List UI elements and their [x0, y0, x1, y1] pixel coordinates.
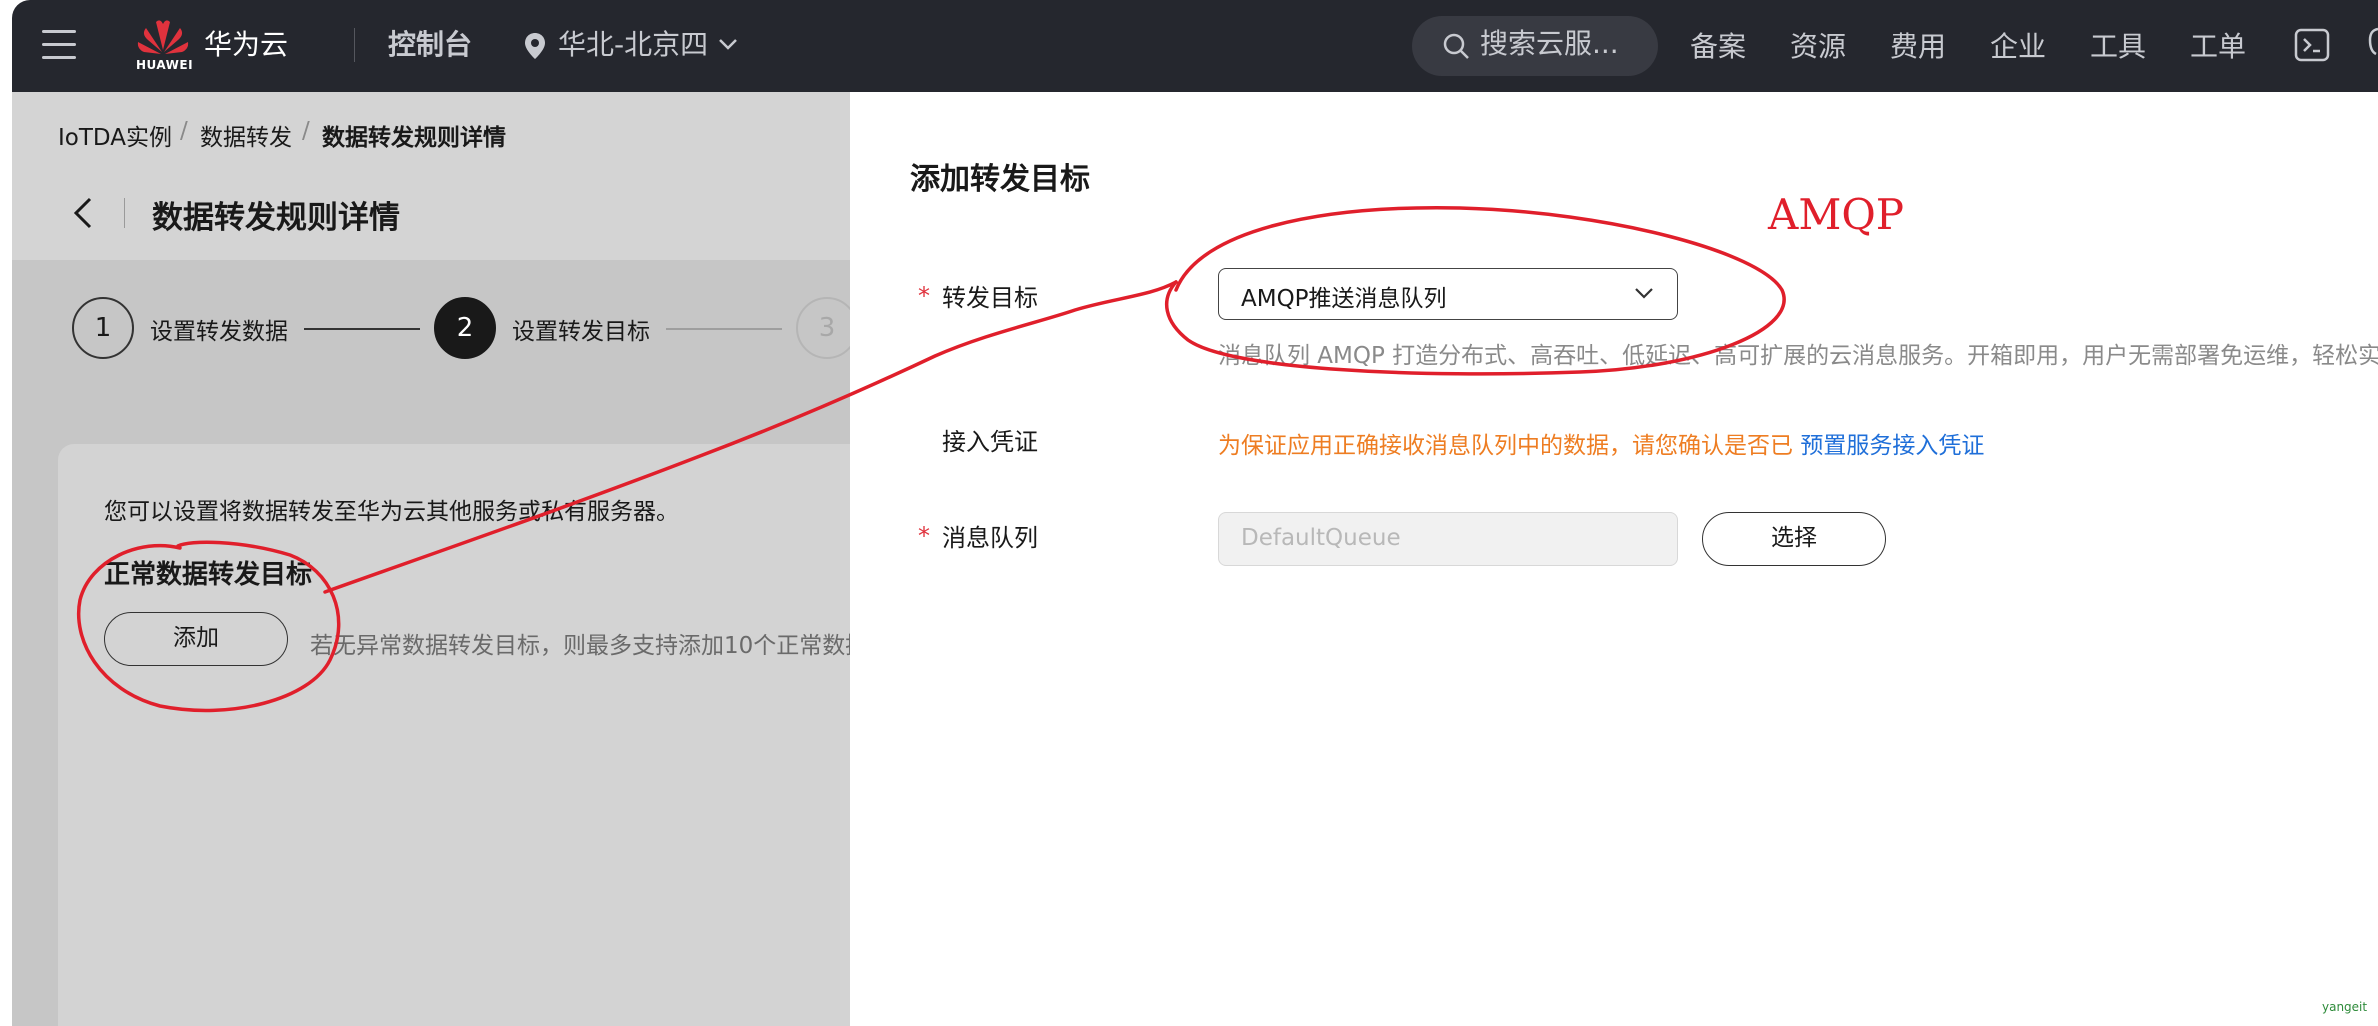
brand-name[interactable]: 华为云: [204, 25, 288, 65]
section-title-normal-target: 正常数据转发目标: [104, 560, 313, 590]
step-1-label: 设置转发数据: [150, 319, 288, 345]
add-forwarding-target-drawer: 添加转发目标 * 转发目标 AMQP推送消息队列 消息队列 AMQP 打造分布式…: [850, 92, 2378, 1026]
nav-enterprise[interactable]: 企业: [1990, 27, 2046, 67]
forwarding-target-card: [58, 444, 850, 1026]
step-connector-1: [304, 328, 420, 330]
topbar-divider: [354, 28, 355, 62]
credential-warning: 为保证应用正确接收消息队列中的数据，请您确认是否已 预置服务接入凭证: [1218, 426, 1984, 460]
card-description: 您可以设置将数据转发至华为云其他服务或私有服务器。: [104, 499, 679, 525]
breadcrumb-separator: /: [180, 118, 188, 144]
nav-tools[interactable]: 工具: [2090, 27, 2146, 67]
breadcrumb-item-current: 数据转发规则详情: [322, 125, 506, 151]
page-header: IoTDA实例 / 数据转发 / 数据转发规则详情 数据转发规则详情: [12, 92, 850, 260]
page-title: 数据转发规则详情: [152, 200, 400, 236]
add-target-button[interactable]: 添加: [104, 612, 288, 666]
nav-tickets[interactable]: 工单: [2190, 27, 2246, 67]
search-icon: [1443, 33, 1469, 59]
message-queue-input: DefaultQueue: [1218, 512, 1678, 566]
chevron-down-icon[interactable]: [718, 38, 738, 52]
console-link[interactable]: 控制台: [388, 25, 472, 65]
add-target-hint: 若无异常数据转发目标，则最多支持添加10个正常数据: [310, 633, 850, 659]
target-hint: 消息队列 AMQP 打造分布式、高吞吐、低延迟、高可扩展的云消息服务。开箱即用，…: [1218, 343, 2378, 369]
nav-billing[interactable]: 费用: [1890, 27, 1946, 67]
logo-text: HUAWEI: [136, 58, 194, 72]
required-mark: *: [918, 522, 930, 550]
notification-bell-icon[interactable]: [2358, 26, 2378, 62]
hamburger-menu-icon[interactable]: [42, 30, 76, 60]
search-placeholder: 搜索云服...: [1480, 27, 1619, 60]
cloud-shell-icon[interactable]: [2294, 28, 2330, 62]
back-arrow-icon[interactable]: [68, 196, 98, 230]
region-selector[interactable]: 华北-北京四: [558, 25, 708, 65]
required-mark: *: [918, 282, 930, 310]
preset-credential-link[interactable]: 预置服务接入凭证: [1800, 433, 1984, 459]
search-box[interactable]: 搜索云服...: [1412, 16, 1658, 76]
select-queue-button[interactable]: 选择: [1702, 512, 1886, 566]
step-3-circle: 3: [796, 297, 850, 359]
header-divider: [124, 198, 125, 228]
nav-resources[interactable]: 资源: [1790, 27, 1846, 67]
nav-filing[interactable]: 备案: [1690, 27, 1746, 67]
forwarding-target-value: AMQP推送消息队列: [1241, 286, 1447, 312]
step-2-label: 设置转发目标: [512, 319, 650, 345]
watermark: yangeit: [2322, 1000, 2368, 1014]
step-1-circle: 1: [72, 297, 134, 359]
credential-label: 接入凭证: [942, 428, 1038, 456]
chevron-down-icon: [1635, 288, 1653, 299]
drawer-title: 添加转发目标: [910, 162, 1090, 197]
page-background-overlay: IoTDA实例 / 数据转发 / 数据转发规则详情 数据转发规则详情 1 设置转…: [12, 92, 850, 1026]
target-label: 转发目标: [942, 284, 1038, 312]
annotation-label: AMQP: [1768, 190, 1905, 239]
forwarding-target-select[interactable]: AMQP推送消息队列: [1218, 268, 1678, 320]
message-queue-placeholder: DefaultQueue: [1241, 525, 1401, 551]
step-connector-2: [666, 328, 782, 330]
credential-warning-text: 为保证应用正确接收消息队列中的数据，请您确认是否已: [1218, 433, 1801, 459]
top-navigation-bar: HUAWEI 华为云 控制台 华北-北京四 搜索云服... 备案 资源 费用 企…: [12, 0, 2378, 92]
breadcrumb-separator: /: [302, 118, 310, 144]
step-2-circle: 2: [434, 297, 496, 359]
breadcrumb-item-forwarding[interactable]: 数据转发: [200, 118, 292, 152]
breadcrumb-item-iotda[interactable]: IoTDA实例: [58, 118, 172, 152]
location-pin-icon: [525, 33, 545, 59]
queue-label: 消息队列: [942, 524, 1038, 552]
